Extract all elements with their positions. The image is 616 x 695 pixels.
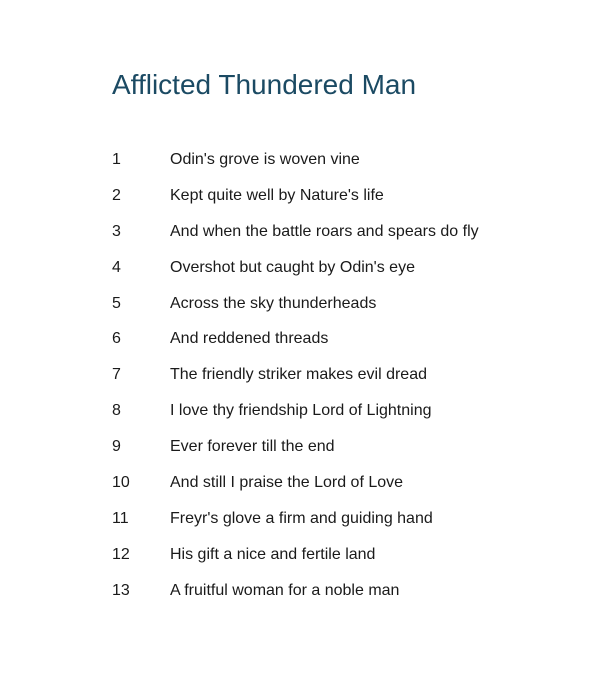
line-item: 4 Overshot but caught by Odin's eye bbox=[112, 250, 479, 286]
line-item: 2 Kept quite well by Nature's life bbox=[112, 178, 479, 214]
line-item: 13 A fruitful woman for a noble man bbox=[112, 573, 479, 609]
line-text: The friendly striker makes evil dread bbox=[170, 366, 427, 384]
line-text: I love thy friendship Lord of Lightning bbox=[170, 402, 432, 420]
line-item: 10 And still I praise the Lord of Love bbox=[112, 465, 479, 501]
line-text: His gift a nice and fertile land bbox=[170, 545, 376, 563]
line-number: 8 bbox=[112, 402, 121, 420]
line-text: Across the sky thunderheads bbox=[170, 294, 377, 312]
line-text: And still I praise the Lord of Love bbox=[170, 473, 404, 491]
line-number: 7 bbox=[112, 366, 121, 384]
line-text: A fruitful woman for a noble man bbox=[170, 581, 400, 599]
line-number: 2 bbox=[112, 186, 121, 204]
line-number: 4 bbox=[112, 258, 121, 276]
line-text: Freyr's glove a firm and guiding hand bbox=[170, 509, 433, 527]
line-number: 12 bbox=[112, 545, 130, 563]
line-text: Overshot but caught by Odin's eye bbox=[170, 258, 415, 276]
line-item: 12 His gift a nice and fertile land bbox=[112, 537, 479, 573]
line-item: 8 I love thy friendship Lord of Lightning bbox=[112, 393, 479, 429]
numbered-line-list: 1 Odin's grove is woven vine 2 Kept quite w… bbox=[112, 142, 479, 609]
line-text: And when the battle roars and spears do … bbox=[170, 222, 479, 240]
line-text: And reddened threads bbox=[170, 330, 329, 348]
line-item: 1 Odin's grove is woven vine bbox=[112, 142, 479, 178]
line-text: Kept quite well by Nature's life bbox=[170, 186, 384, 204]
line-number: 10 bbox=[112, 473, 130, 491]
document-page: Afflicted Thundered Man 1 Odin's grove is… bbox=[0, 0, 616, 695]
line-item: 3 And when the battle roars and spears do… bbox=[112, 214, 479, 250]
line-number: 3 bbox=[112, 222, 121, 240]
line-item: 6 And reddened threads bbox=[112, 321, 479, 357]
line-number: 9 bbox=[112, 438, 121, 456]
line-number: 5 bbox=[112, 294, 121, 312]
line-number: 1 bbox=[112, 150, 121, 168]
line-item: 9 Ever forever till the end bbox=[112, 429, 479, 465]
line-text: Odin's grove is woven vine bbox=[170, 150, 360, 168]
line-item: 7 The friendly striker makes evil dread bbox=[112, 357, 479, 393]
document-title: Afflicted Thundered Man bbox=[112, 69, 417, 100]
line-item: 5 Across the sky thunderheads bbox=[112, 286, 479, 322]
line-number: 11 bbox=[112, 509, 129, 527]
line-number: 13 bbox=[112, 581, 130, 599]
line-item: 11 Freyr's glove a firm and guiding hand bbox=[112, 501, 479, 537]
line-text: Ever forever till the end bbox=[170, 438, 335, 456]
line-number: 6 bbox=[112, 330, 121, 348]
